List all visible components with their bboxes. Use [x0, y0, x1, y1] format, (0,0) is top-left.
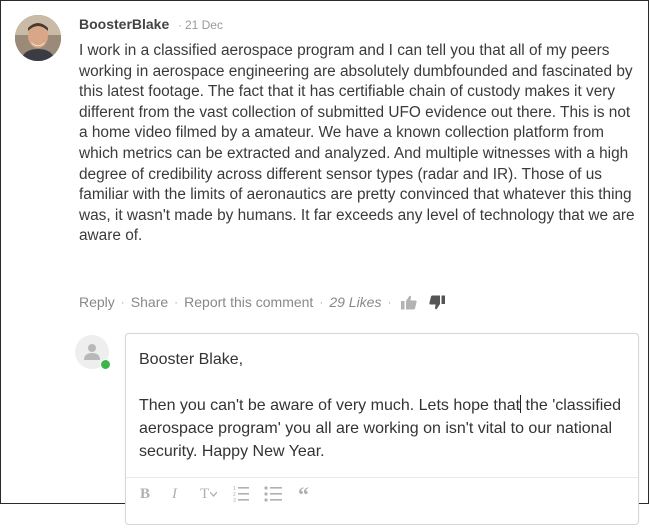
- share-link[interactable]: Share: [131, 294, 168, 310]
- action-separator: ·: [387, 295, 392, 309]
- comment-text: I work in a classified aerospace program…: [79, 42, 635, 245]
- comment-actions: Reply · Share · Report this comment · 29…: [79, 292, 446, 312]
- reply-editor-content[interactable]: Booster Blake, Then you can't be aware o…: [139, 348, 629, 463]
- reply-greeting: Booster Blake,: [139, 351, 244, 368]
- thumbs-down-icon[interactable]: [429, 295, 446, 310]
- comment-thread: BoosterBlake · 21 Dec I work in a classifi…: [0, 0, 649, 525]
- reply-text-before-caret: Then you can't be aware of very much. Le…: [139, 397, 521, 414]
- thumbs-up-icon[interactable]: [401, 295, 418, 310]
- bold-button[interactable]: B: [140, 486, 150, 504]
- comment-author[interactable]: BoosterBlake: [79, 16, 169, 32]
- text-size-button[interactable]: T: [200, 486, 218, 504]
- numbered-list-icon[interactable]: 1 2 3: [233, 485, 250, 504]
- like-count[interactable]: 29 Likes: [329, 294, 381, 310]
- action-separator: ·: [319, 295, 324, 309]
- report-comment-link[interactable]: Report this comment: [184, 294, 313, 310]
- reply-editor[interactable]: Booster Blake, Then you can't be aware o…: [125, 333, 639, 525]
- user-avatar[interactable]: [15, 15, 61, 61]
- avatar-photo: [15, 15, 61, 61]
- meta-separator: ·: [178, 20, 182, 32]
- reply-paragraph: Then you can't be aware of very much. Le…: [139, 394, 629, 463]
- action-separator: ·: [174, 295, 179, 309]
- chevron-down-icon: [209, 491, 218, 497]
- quote-button[interactable]: “: [298, 482, 309, 507]
- comment-body: I work in a classified aerospace program…: [79, 41, 641, 247]
- editor-toolbar: B I T 1 2 3 “: [126, 477, 638, 508]
- bulleted-list-icon[interactable]: [264, 485, 282, 503]
- comment-meta: BoosterBlake · 21 Dec: [79, 16, 223, 34]
- action-separator: ·: [120, 295, 125, 309]
- text-size-label: T: [200, 486, 210, 502]
- user-placeholder-icon: [84, 344, 100, 360]
- comment-date[interactable]: 21 Dec: [185, 18, 223, 32]
- svg-text:3: 3: [233, 498, 236, 502]
- italic-button[interactable]: I: [172, 486, 177, 504]
- reply-link[interactable]: Reply: [79, 294, 115, 310]
- online-status-indicator: [100, 359, 111, 370]
